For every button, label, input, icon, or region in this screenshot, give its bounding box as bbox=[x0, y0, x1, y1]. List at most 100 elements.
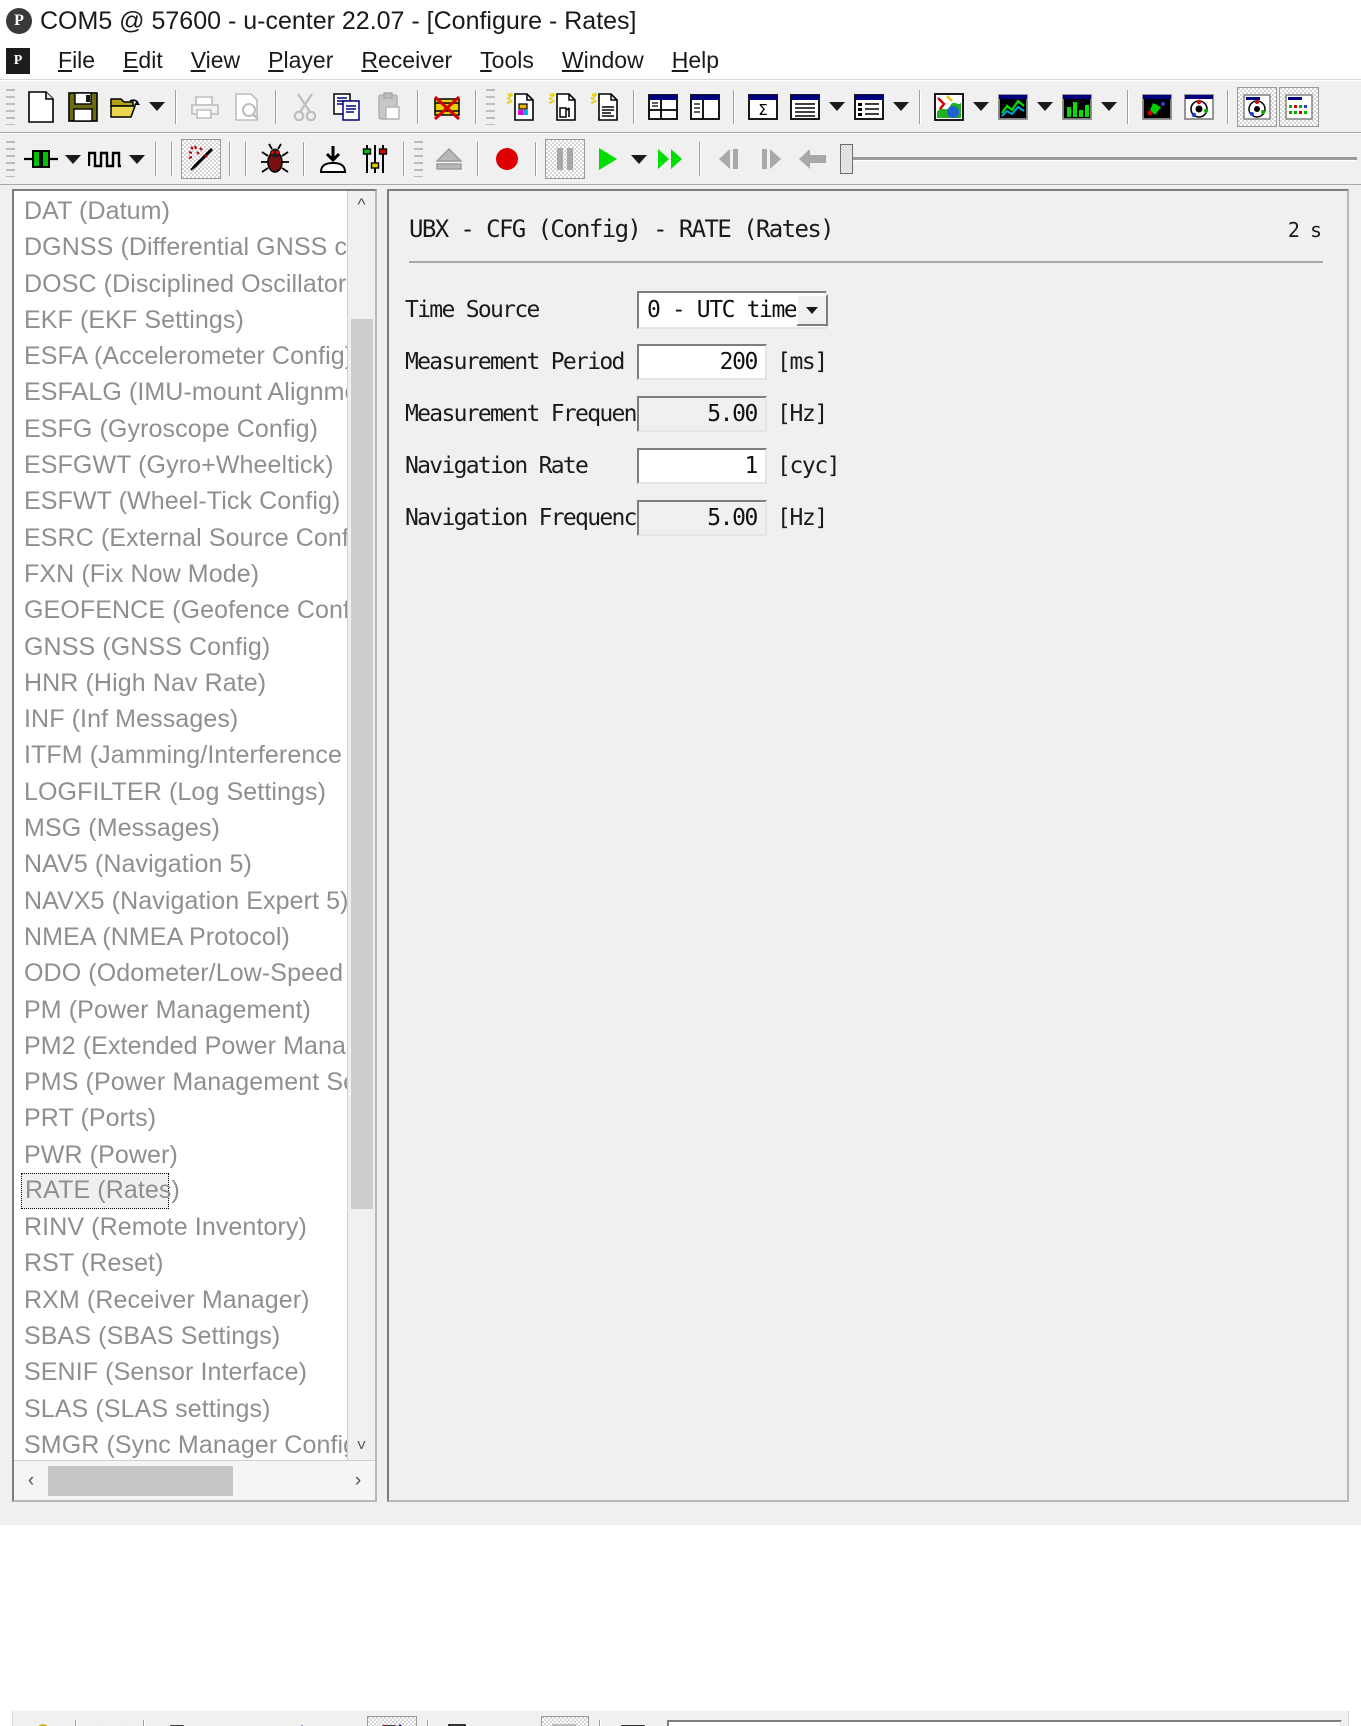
config-list-item[interactable]: ESFALG (IMU-mount Alignmen bbox=[20, 374, 347, 410]
vscroll-track[interactable] bbox=[348, 219, 376, 1432]
scroll-down-icon[interactable]: ˅ bbox=[348, 1432, 376, 1460]
menu-help[interactable]: Help bbox=[658, 47, 733, 74]
config-list-item[interactable]: SMGR (Sync Manager Config) bbox=[20, 1427, 347, 1460]
config-list-item[interactable]: ESFWT (Wheel-Tick Config) bbox=[20, 483, 347, 519]
config-list-item[interactable]: DAT (Datum) bbox=[20, 193, 347, 229]
time-source-combo[interactable]: 0 - UTC time bbox=[637, 291, 829, 329]
scroll-left-icon[interactable]: ‹ bbox=[14, 1462, 48, 1500]
new-binary-console-icon[interactable] bbox=[543, 87, 583, 127]
play-icon[interactable] bbox=[587, 139, 627, 179]
toolbar-grip[interactable] bbox=[6, 88, 15, 125]
load-config-icon[interactable] bbox=[489, 1716, 537, 1726]
new-message-console-icon[interactable] bbox=[585, 87, 625, 127]
config-list-item[interactable]: HNR (High Nav Rate) bbox=[20, 665, 347, 701]
save-config-icon[interactable] bbox=[541, 1716, 590, 1726]
clear-red-x-icon[interactable] bbox=[87, 1716, 133, 1726]
send-button[interactable]: Send bbox=[155, 1716, 266, 1726]
config-list-item[interactable]: ITFM (Jamming/Interference M bbox=[20, 737, 347, 773]
config-list-item[interactable]: GEOFENCE (Geofence Config) bbox=[20, 592, 347, 628]
config-list-hscrollbar[interactable]: ‹ › bbox=[14, 1460, 375, 1500]
config-list-item[interactable]: DGNSS (Differential GNSS con bbox=[20, 229, 347, 265]
step-back-icon[interactable] bbox=[709, 139, 749, 179]
skyview2-icon[interactable] bbox=[1237, 86, 1277, 127]
config-list-item[interactable]: PRT (Ports) bbox=[20, 1100, 347, 1136]
config-list-item[interactable]: MSG (Messages) bbox=[20, 810, 347, 846]
scroll-up-icon[interactable]: ^ bbox=[348, 191, 376, 219]
open-dropdown-arrow[interactable] bbox=[146, 87, 168, 127]
menu-edit[interactable]: Edit bbox=[109, 47, 177, 74]
chevron-down-icon[interactable] bbox=[796, 294, 829, 326]
poll-button[interactable]: Poll bbox=[270, 1716, 363, 1726]
navigation-rate-input[interactable]: 1 bbox=[637, 448, 767, 484]
copy-config-icon[interactable] bbox=[439, 1716, 485, 1726]
connection-icon[interactable] bbox=[21, 139, 61, 179]
toolbar-grip[interactable] bbox=[6, 141, 15, 177]
menu-tools[interactable]: Tools bbox=[466, 47, 548, 74]
config-list-item[interactable]: ESFG (Gyroscope Config) bbox=[20, 411, 347, 447]
step-forward-icon[interactable] bbox=[751, 139, 791, 179]
hscroll-track[interactable] bbox=[48, 1462, 341, 1500]
save-icon[interactable] bbox=[63, 87, 103, 127]
config-list-item[interactable]: SBAS (SBAS Settings) bbox=[20, 1318, 347, 1354]
config-list-item[interactable]: NAVX5 (Navigation Expert 5) bbox=[20, 883, 347, 919]
split-horizontal-icon[interactable] bbox=[643, 87, 683, 127]
measurement-period-input[interactable]: 200 bbox=[637, 344, 767, 380]
config-list-item[interactable]: EKF (EKF Settings) bbox=[20, 302, 347, 338]
baudrate-icon[interactable] bbox=[85, 139, 125, 179]
connection-dropdown-arrow[interactable] bbox=[62, 139, 84, 179]
compare-config-icon[interactable] bbox=[611, 1716, 659, 1726]
toolbar-grip[interactable] bbox=[486, 88, 495, 125]
config-list-item[interactable]: GNSS (GNSS Config) bbox=[20, 629, 347, 665]
scroll-right-icon[interactable]: › bbox=[341, 1462, 375, 1500]
hscroll-thumb[interactable] bbox=[48, 1465, 233, 1496]
histogram-view-icon[interactable] bbox=[1057, 87, 1097, 127]
map-view-icon[interactable] bbox=[929, 87, 969, 127]
config-list-item[interactable]: FXN (Fix Now Mode) bbox=[20, 556, 347, 592]
config-list-item[interactable]: PM2 (Extended Power Manag bbox=[20, 1028, 347, 1064]
config-list-item[interactable]: DOSC (Disciplined Oscillator) bbox=[20, 266, 347, 302]
statistic-view-icon[interactable]: Σ bbox=[743, 87, 783, 127]
config-list-item[interactable]: NAV5 (Navigation 5) bbox=[20, 846, 347, 882]
config-list-item[interactable]: ESRC (External Source Config) bbox=[20, 520, 347, 556]
config-list-item[interactable]: ESFGWT (Gyro+Wheeltick) bbox=[20, 447, 347, 483]
play-dropdown-arrow[interactable] bbox=[628, 139, 650, 179]
config-list-item[interactable]: PMS (Power Management Set bbox=[20, 1064, 347, 1100]
config-list-item[interactable]: SENIF (Sensor Interface) bbox=[20, 1354, 347, 1390]
new-text-console-icon[interactable] bbox=[501, 87, 541, 127]
config-list-item-selected[interactable]: RATE (Rates) bbox=[21, 1173, 180, 1210]
vscroll-thumb[interactable] bbox=[350, 319, 373, 1209]
histogram-dropdown-arrow[interactable] bbox=[1098, 87, 1120, 127]
pause-icon[interactable] bbox=[545, 139, 585, 179]
scatterplot-view-icon[interactable] bbox=[1137, 87, 1177, 127]
slider-track[interactable] bbox=[853, 157, 1357, 161]
config-list-item[interactable]: PWR (Power) bbox=[20, 1137, 347, 1173]
auto-config-icon[interactable] bbox=[367, 1716, 418, 1726]
config-list-vscrollbar[interactable]: ^ ˅ bbox=[347, 191, 375, 1460]
toolbar-grip[interactable] bbox=[414, 141, 423, 177]
playback-position-slider[interactable] bbox=[840, 139, 1357, 179]
menu-window[interactable]: Window bbox=[548, 47, 658, 74]
skyview-icon[interactable] bbox=[1179, 87, 1219, 127]
config-list-item[interactable]: LOGFILTER (Log Settings) bbox=[20, 774, 347, 810]
config-message-input[interactable] bbox=[667, 1720, 1342, 1726]
satellite-level-icon[interactable] bbox=[1279, 86, 1319, 127]
config-list-item[interactable]: ODO (Odometer/Low-Speed bbox=[20, 955, 347, 991]
rewind-to-start-icon[interactable] bbox=[793, 139, 833, 179]
debug-bug-icon[interactable] bbox=[255, 139, 295, 179]
chart-dropdown-arrow[interactable] bbox=[1034, 87, 1056, 127]
record-icon[interactable] bbox=[487, 139, 527, 179]
slider-thumb[interactable] bbox=[840, 144, 853, 174]
fast-forward-icon[interactable] bbox=[651, 139, 691, 179]
baudrate-dropdown-arrow[interactable] bbox=[126, 139, 148, 179]
config-list-item[interactable]: RINV (Remote Inventory) bbox=[20, 1209, 347, 1245]
download-icon[interactable] bbox=[313, 139, 353, 179]
config-list-item[interactable]: PM (Power Management) bbox=[20, 992, 347, 1028]
menu-file[interactable]: File bbox=[44, 47, 109, 74]
table-dropdown-arrow[interactable] bbox=[826, 87, 848, 127]
config-list-item[interactable]: ESFA (Accelerometer Config) bbox=[20, 338, 347, 374]
chart-view-icon[interactable] bbox=[993, 87, 1033, 127]
map-dropdown-arrow[interactable] bbox=[970, 87, 992, 127]
config-list-item[interactable]: RST (Reset) bbox=[20, 1245, 347, 1281]
menu-player[interactable]: Player bbox=[254, 47, 347, 74]
copy-icon[interactable] bbox=[327, 87, 367, 127]
